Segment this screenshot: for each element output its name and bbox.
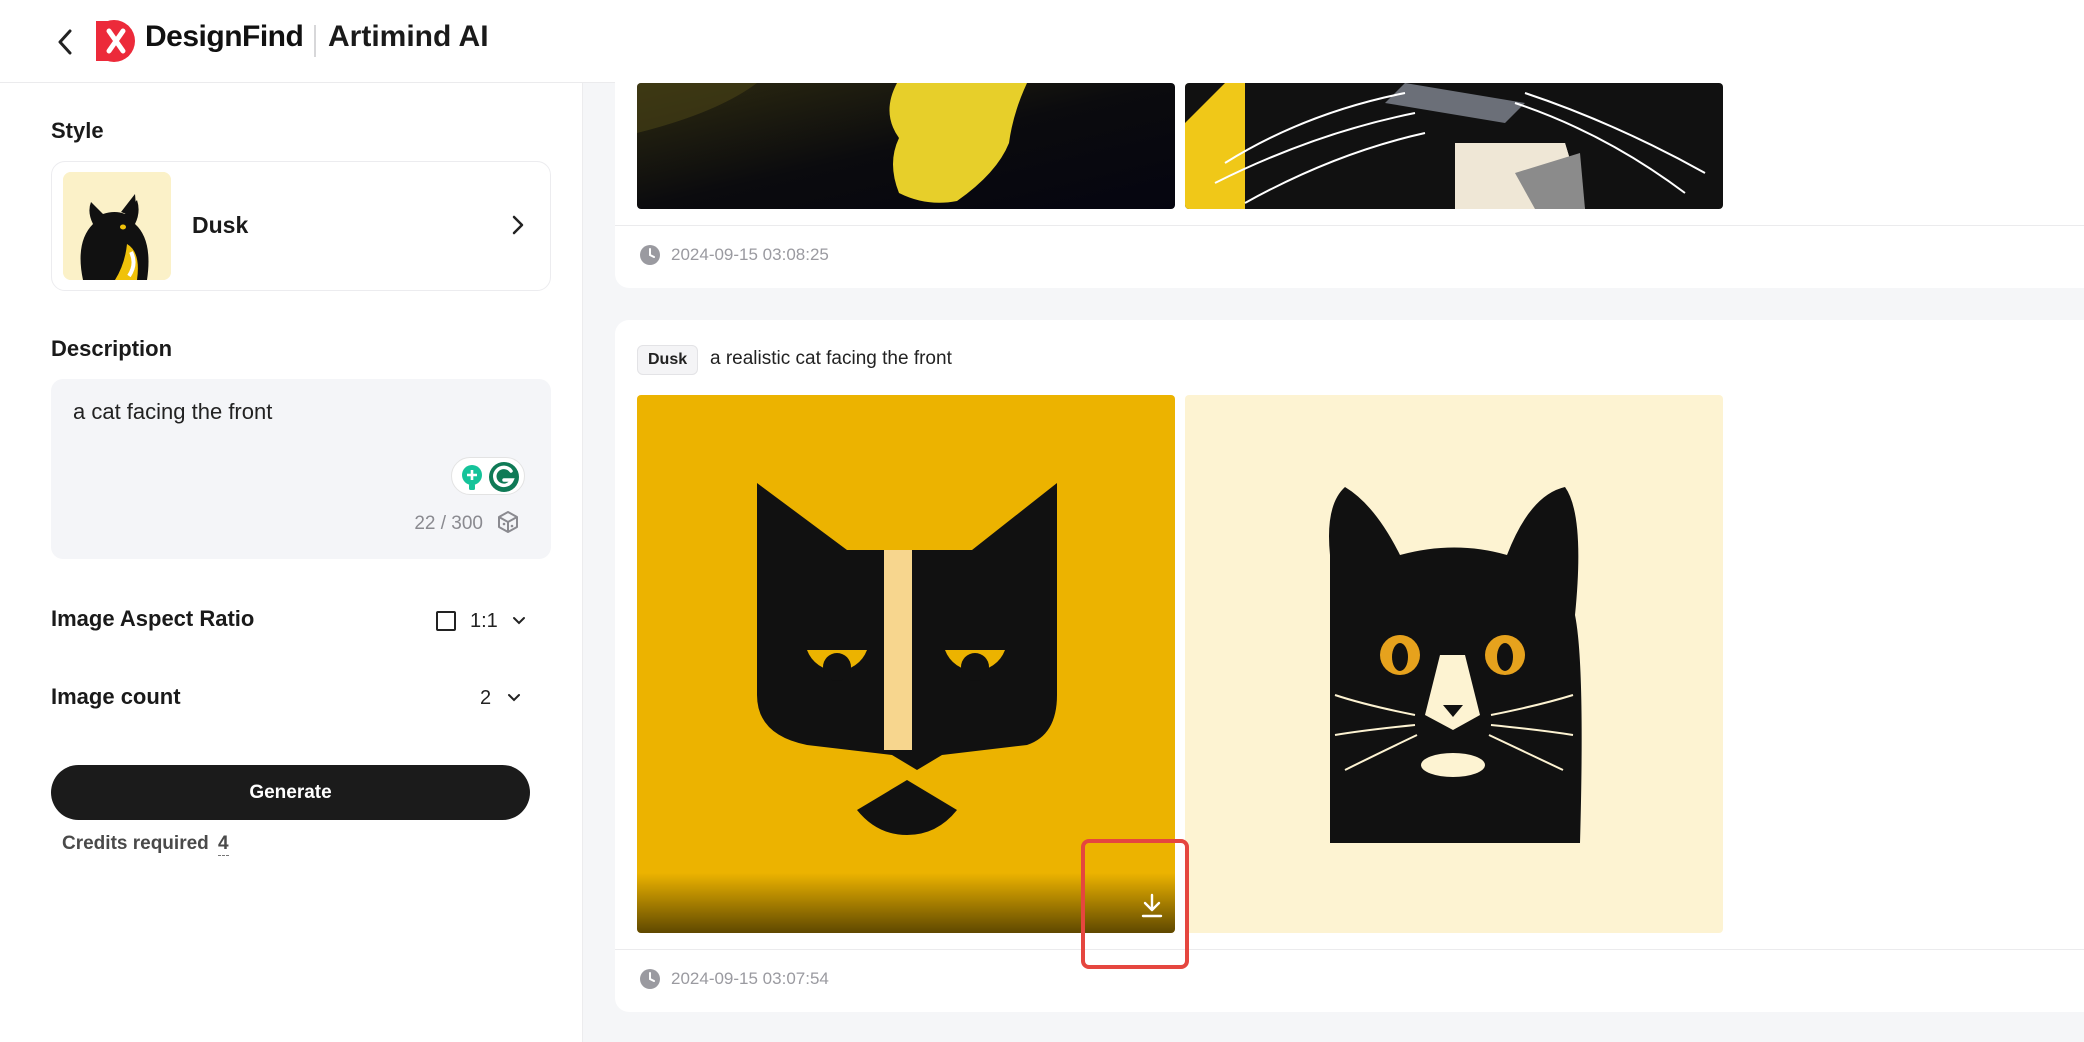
designfind-logo[interactable]	[92, 19, 136, 63]
result-card: Dusk a realistic cat facing the front 20…	[615, 320, 2084, 1012]
black-cat-poster-image	[1185, 395, 1723, 933]
dice-icon[interactable]	[495, 509, 521, 535]
timestamp: 2024-09-15 03:07:54	[671, 969, 829, 988]
generated-image[interactable]	[637, 395, 1175, 933]
chevron-right-icon	[512, 215, 524, 235]
style-tag: Dusk	[637, 345, 699, 375]
timestamp-row: 2024-09-15 03:07:54	[639, 968, 829, 990]
aspect-ratio-dropdown[interactable]: 1:1	[436, 604, 532, 638]
description-text: a cat facing the front	[73, 399, 273, 424]
geometric-cat-image	[637, 395, 1175, 933]
black-cat-whiskers-image	[1185, 83, 1723, 209]
generated-image[interactable]	[1185, 83, 1723, 209]
card-divider	[615, 225, 2084, 226]
aspect-ratio-value: 1:1	[470, 609, 498, 632]
yellow-splash-image	[637, 83, 1175, 209]
timestamp: 2024-09-15 03:08:25	[671, 245, 829, 264]
image-count-value: 2	[480, 686, 492, 709]
description-heading: Description	[51, 336, 173, 361]
settings-sidebar: Style Dusk Description a cat facing the …	[0, 83, 583, 1042]
brand-name: DesignFind	[145, 20, 304, 53]
generated-image[interactable]	[1185, 395, 1723, 933]
character-counter: 22 / 300	[414, 513, 483, 534]
aspect-ratio-label: Image Aspect Ratio	[51, 606, 255, 631]
chevron-down-icon	[512, 617, 525, 625]
back-button[interactable]	[50, 22, 80, 62]
prompt-text: a realistic cat facing the front	[710, 348, 952, 369]
generated-image[interactable]	[637, 83, 1175, 209]
style-name: Dusk	[192, 212, 249, 238]
style-thumbnail	[63, 172, 171, 280]
clock-icon	[640, 969, 660, 989]
clock-icon	[640, 245, 660, 265]
generate-button[interactable]: Generate	[51, 765, 530, 820]
credits-label: Credits required	[62, 833, 209, 854]
image-count-label: Image count	[51, 684, 181, 709]
credits-value: 4	[218, 833, 229, 856]
chevron-left-icon	[58, 29, 72, 55]
style-selector[interactable]: Dusk	[51, 161, 551, 291]
download-icon[interactable]	[1139, 892, 1165, 920]
image-count-dropdown[interactable]: 2	[480, 681, 532, 715]
chevron-down-icon	[508, 694, 521, 702]
card-divider	[615, 949, 2084, 950]
square-ratio-icon	[436, 611, 456, 631]
black-cat-thumbnail	[63, 172, 171, 280]
description-textarea[interactable]: a cat facing the front 22 / 300	[51, 379, 551, 559]
style-heading: Style	[51, 118, 104, 143]
grammarly-extension-badge[interactable]	[451, 457, 525, 495]
timestamp-row: 2024-09-15 03:08:25	[639, 244, 829, 266]
result-card: 2024-09-15 03:08:25	[615, 40, 2084, 288]
grammarly-icon	[462, 462, 519, 492]
app-name: Artimind AI	[328, 20, 489, 53]
header-separator	[314, 25, 316, 57]
